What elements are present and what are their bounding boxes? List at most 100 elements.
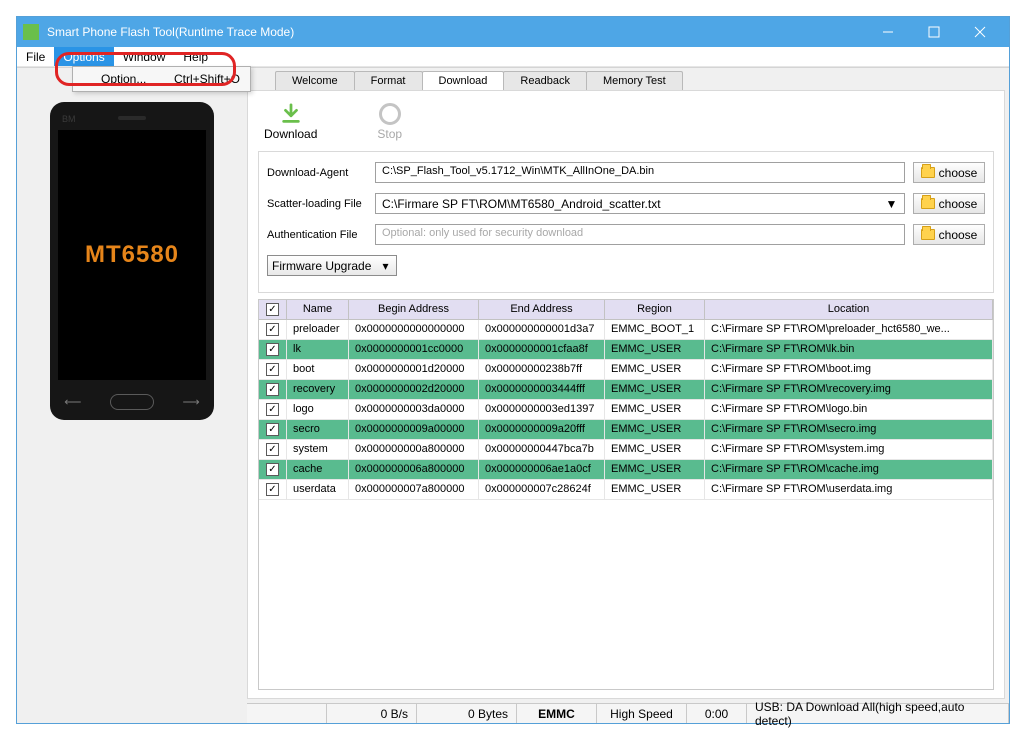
table-row[interactable]: ✓recovery0x0000000002d200000x00000000034… xyxy=(259,380,993,400)
app-window: Smart Phone Flash Tool(Runtime Trace Mod… xyxy=(16,16,1010,724)
cell-name: lk xyxy=(287,340,349,359)
chevron-down-icon[interactable]: ▼ xyxy=(885,197,898,210)
status-speed-mode: High Speed xyxy=(597,704,687,723)
status-storage: EMMC xyxy=(517,704,597,723)
cell-begin: 0x0000000000000000 xyxy=(349,320,479,339)
tab-memory-test[interactable]: Memory Test xyxy=(586,71,683,90)
flash-mode-select[interactable]: Firmware Upgrade ▾ xyxy=(267,255,397,276)
menu-options[interactable]: Options xyxy=(54,47,113,66)
option-menuitem[interactable]: Option... Ctrl+Shift+O xyxy=(75,69,248,89)
table-row[interactable]: ✓preloader0x00000000000000000x0000000000… xyxy=(259,320,993,340)
phone-brand: BM xyxy=(62,114,76,124)
cell-end: 0x0000000001cfaa8f xyxy=(479,340,605,359)
cell-region: EMMC_USER xyxy=(605,400,705,419)
cell-name: preloader xyxy=(287,320,349,339)
cell-begin: 0x000000000a800000 xyxy=(349,440,479,459)
titlebar: Smart Phone Flash Tool(Runtime Trace Mod… xyxy=(17,17,1009,47)
cell-end: 0x00000000238b7ff xyxy=(479,360,605,379)
scatter-label: Scatter-loading File xyxy=(267,198,375,210)
stop-button[interactable]: Stop xyxy=(377,103,402,141)
download-agent-input[interactable]: C:\SP_Flash_Tool_v5.1712_Win\MTK_AllInOn… xyxy=(375,162,905,183)
header-end[interactable]: End Address xyxy=(479,300,605,319)
cell-name: logo xyxy=(287,400,349,419)
cell-region: EMMC_USER xyxy=(605,440,705,459)
table-row[interactable]: ✓boot0x0000000001d200000x00000000238b7ff… xyxy=(259,360,993,380)
scatter-input[interactable]: C:\Firmare SP FT\ROM\MT6580_Android_scat… xyxy=(375,193,905,214)
cell-region: EMMC_USER xyxy=(605,340,705,359)
table-row[interactable]: ✓secro0x0000000009a000000x0000000009a20f… xyxy=(259,420,993,440)
toolbar: Download Stop xyxy=(258,99,994,151)
cell-end: 0x00000000447bca7b xyxy=(479,440,605,459)
table-row[interactable]: ✓system0x000000000a8000000x00000000447bc… xyxy=(259,440,993,460)
status-time: 0:00 xyxy=(687,704,747,723)
cell-region: EMMC_USER xyxy=(605,360,705,379)
row-checkbox[interactable]: ✓ xyxy=(259,400,287,419)
menu-help[interactable]: Help xyxy=(174,47,217,66)
menu-window[interactable]: Window xyxy=(114,47,175,66)
table-row[interactable]: ✓cache0x000000006a8000000x000000006ae1a0… xyxy=(259,460,993,480)
phone-back-icon: ⟵ xyxy=(64,395,81,409)
cell-location: C:\Firmare SP FT\ROM\preloader_hct6580_w… xyxy=(705,320,993,339)
row-checkbox[interactable]: ✓ xyxy=(259,420,287,439)
tab-welcome[interactable]: Welcome xyxy=(275,71,355,90)
header-check[interactable]: ✓ xyxy=(259,300,287,319)
cell-location: C:\Firmare SP FT\ROM\boot.img xyxy=(705,360,993,379)
phone-mockup: BM MT6580 ⟵ ⟶ xyxy=(50,102,214,420)
table-body: ✓preloader0x00000000000000000x0000000000… xyxy=(259,320,993,500)
status-usb: USB: DA Download All(high speed,auto det… xyxy=(747,704,1009,723)
window-title: Smart Phone Flash Tool(Runtime Trace Mod… xyxy=(47,25,865,39)
header-begin[interactable]: Begin Address xyxy=(349,300,479,319)
header-location[interactable]: Location xyxy=(705,300,993,319)
table-row[interactable]: ✓logo0x0000000003da00000x0000000003ed139… xyxy=(259,400,993,420)
table-row[interactable]: ✓lk0x0000000001cc00000x0000000001cfaa8fE… xyxy=(259,340,993,360)
row-checkbox[interactable]: ✓ xyxy=(259,340,287,359)
phone-screen: MT6580 xyxy=(58,130,206,380)
cell-end: 0x000000006ae1a0cf xyxy=(479,460,605,479)
minimize-button[interactable] xyxy=(865,17,911,47)
phone-preview-panel: BM MT6580 ⟵ ⟶ xyxy=(17,68,247,723)
row-checkbox[interactable]: ✓ xyxy=(259,460,287,479)
app-icon xyxy=(23,24,39,40)
close-button[interactable] xyxy=(957,17,1003,47)
cell-location: C:\Firmare SP FT\ROM\cache.img xyxy=(705,460,993,479)
cell-begin: 0x0000000002d20000 xyxy=(349,380,479,399)
choose-da-button[interactable]: choose xyxy=(913,162,985,183)
folder-icon xyxy=(921,229,935,240)
partition-table: ✓ Name Begin Address End Address Region … xyxy=(258,299,994,690)
cell-location: C:\Firmare SP FT\ROM\lk.bin xyxy=(705,340,993,359)
cell-name: userdata xyxy=(287,480,349,499)
row-checkbox[interactable]: ✓ xyxy=(259,440,287,459)
cell-end: 0x0000000003444fff xyxy=(479,380,605,399)
download-button[interactable]: Download xyxy=(264,103,317,141)
tab-readback[interactable]: Readback xyxy=(503,71,587,90)
choose-scatter-button[interactable]: choose xyxy=(913,193,985,214)
main-panel: Welcome Format Download Readback Memory … xyxy=(247,68,1009,723)
row-checkbox[interactable]: ✓ xyxy=(259,380,287,399)
cell-name: secro xyxy=(287,420,349,439)
file-paths-section: Download-Agent C:\SP_Flash_Tool_v5.1712_… xyxy=(258,151,994,293)
cell-begin: 0x0000000001d20000 xyxy=(349,360,479,379)
row-checkbox[interactable]: ✓ xyxy=(259,320,287,339)
cell-end: 0x000000000001d3a7 xyxy=(479,320,605,339)
folder-icon xyxy=(921,198,935,209)
folder-icon xyxy=(921,167,935,178)
cell-location: C:\Firmare SP FT\ROM\secro.img xyxy=(705,420,993,439)
maximize-button[interactable] xyxy=(911,17,957,47)
header-region[interactable]: Region xyxy=(605,300,705,319)
auth-input[interactable]: Optional: only used for security downloa… xyxy=(375,224,905,245)
row-checkbox[interactable]: ✓ xyxy=(259,360,287,379)
tab-format[interactable]: Format xyxy=(354,71,423,90)
cell-name: system xyxy=(287,440,349,459)
header-name[interactable]: Name xyxy=(287,300,349,319)
tab-download[interactable]: Download xyxy=(422,71,505,90)
choose-auth-button[interactable]: choose xyxy=(913,224,985,245)
body: BM MT6580 ⟵ ⟶ Welcome Format Dow xyxy=(17,67,1009,723)
menu-file[interactable]: File xyxy=(17,47,54,66)
cell-name: recovery xyxy=(287,380,349,399)
menubar: File Options Window Help Option... Ctrl+… xyxy=(17,47,1009,67)
row-checkbox[interactable]: ✓ xyxy=(259,480,287,499)
stop-label: Stop xyxy=(377,127,402,141)
cell-region: EMMC_USER xyxy=(605,460,705,479)
cell-region: EMMC_BOOT_1 xyxy=(605,320,705,339)
table-row[interactable]: ✓userdata0x000000007a8000000x000000007c2… xyxy=(259,480,993,500)
